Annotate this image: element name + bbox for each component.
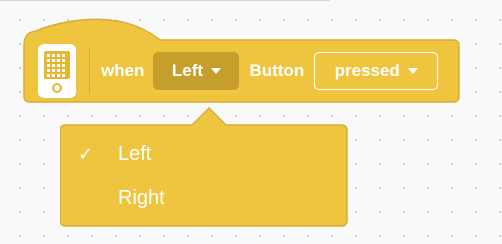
when-label: when [101,61,145,80]
caret-down-icon [407,68,418,74]
menu-item-label: Left [118,142,152,165]
button-select-dropdown[interactable]: Left [153,52,240,90]
button-options-menu: ✓ Left Right [60,106,350,228]
brain-device-icon [38,44,76,98]
menu-item-label: Right [118,186,165,209]
when-button-event-block[interactable]: when Left Button pressed [22,16,462,106]
caret-down-icon [211,68,222,74]
button-select-value: Left [171,61,204,80]
top-divider [0,0,330,1]
checkmark-icon: ✓ [78,144,94,164]
menu-item-left[interactable]: ✓ Left [62,134,345,174]
event-select-value: pressed [334,61,400,80]
menu-item-right[interactable]: Right [62,178,345,218]
event-select-dropdown[interactable]: pressed [314,52,439,90]
block-divider [89,48,90,94]
button-label: Button [249,61,305,80]
